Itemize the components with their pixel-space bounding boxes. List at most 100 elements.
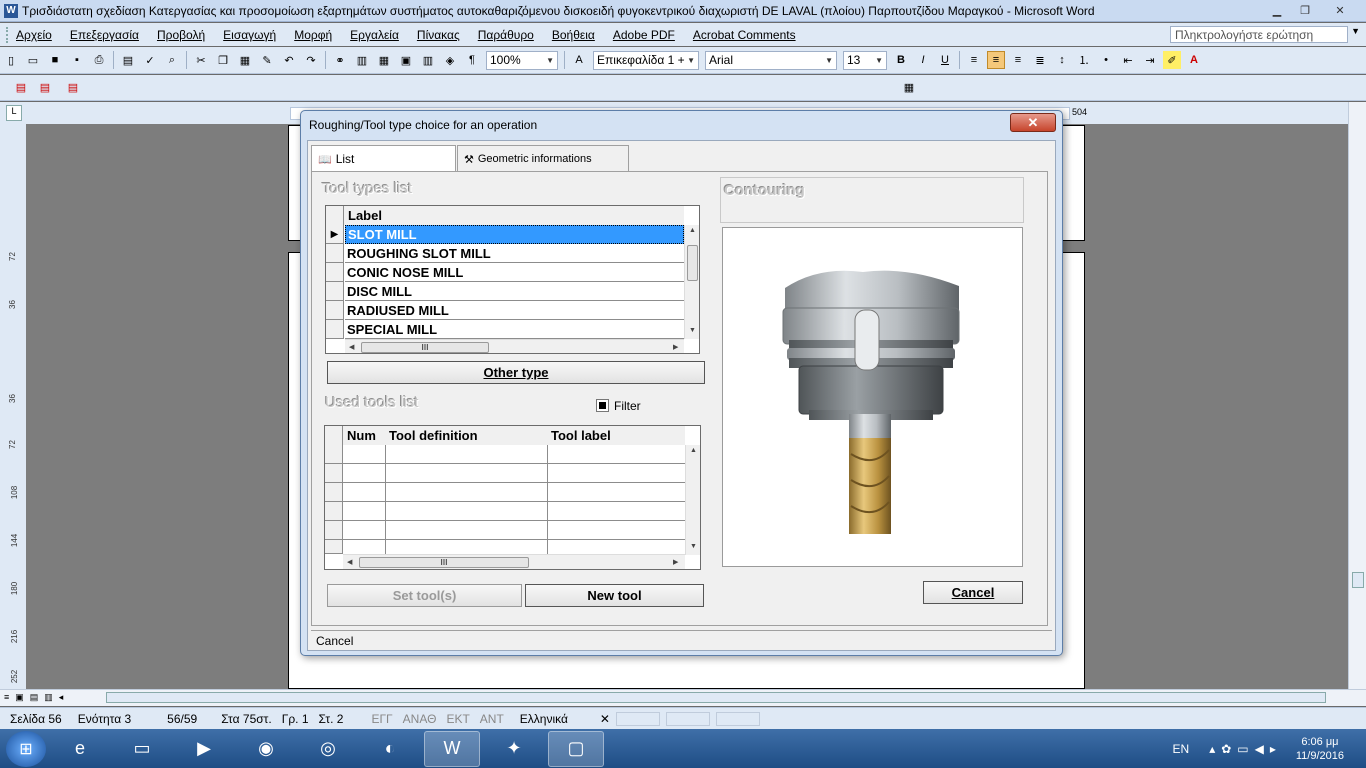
scroll-up-icon[interactable]: ▲ (690, 447, 697, 454)
style-select[interactable]: Επικεφαλίδα 1 + ▼ (593, 50, 699, 70)
firefox-icon[interactable]: ◐ (362, 731, 418, 767)
file-explorer-icon[interactable]: ▭ (114, 731, 170, 767)
tool-types-hscroll[interactable]: ◀ III ▶ (345, 339, 684, 353)
tray-icons[interactable]: ▴✿▭◀▸ (1209, 742, 1282, 756)
scroll-thumb[interactable]: III (359, 557, 529, 568)
row-selector[interactable] (326, 263, 344, 282)
menu-insert[interactable]: Εισαγωγή (223, 28, 276, 42)
view-buttons[interactable]: ≡▣▤▥◂ (4, 692, 69, 703)
redo-icon[interactable]: ↷ (302, 51, 320, 69)
row-selector-current[interactable]: ▶ (326, 225, 344, 244)
tool-type-row[interactable]: ROUGHING SLOT MILL (345, 244, 684, 263)
column-header-tool-definition[interactable]: Tool definition (385, 426, 547, 445)
align-left-icon[interactable]: ≡ (965, 51, 983, 69)
chrome-icon[interactable]: ◉ (238, 731, 294, 767)
menu-tools[interactable]: Εργαλεία (350, 28, 399, 42)
media-player-icon[interactable]: ▶ (176, 731, 232, 767)
row-selector[interactable] (325, 464, 343, 483)
menu-format[interactable]: Μορφή (294, 28, 332, 42)
other-type-button[interactable]: Other type (327, 361, 705, 384)
catia-icon[interactable]: ✦ (486, 731, 542, 767)
horizontal-scrollbar[interactable]: ≡▣▤▥◂ (0, 689, 1366, 706)
spelling-icon[interactable]: ✓ (141, 51, 159, 69)
paste-icon[interactable]: ▦ (236, 51, 254, 69)
filter-checkbox[interactable] (596, 399, 609, 412)
row-selector[interactable] (326, 282, 344, 301)
help-search-input[interactable]: Πληκτρολογήστε ερώτηση (1170, 26, 1348, 43)
menu-table[interactable]: Πίνακας (417, 28, 460, 42)
help-dropdown-icon[interactable]: ▼ (1351, 26, 1360, 36)
set-tools-button[interactable]: Set tool(s) (327, 584, 522, 607)
format-painter-icon[interactable]: ✎ (258, 51, 276, 69)
column-header-num[interactable]: Num (343, 426, 385, 445)
close-window-icon[interactable]: ✕ (1320, 2, 1360, 19)
scroll-thumb[interactable] (687, 245, 698, 281)
numbering-icon[interactable]: ⒈ (1075, 51, 1093, 69)
highlight-icon[interactable]: ✐ (1163, 51, 1181, 69)
tool-type-row[interactable]: SPECIAL MILL (345, 320, 684, 339)
row-selector[interactable] (326, 301, 344, 320)
used-tools-rows[interactable] (343, 445, 685, 555)
scroll-right-icon[interactable]: ▶ (673, 558, 678, 566)
tables-borders-icon[interactable]: ▥ (353, 51, 371, 69)
used-tools-vscroll[interactable]: ▲ ▼ (685, 445, 700, 555)
vertical-scrollbar[interactable] (1348, 102, 1366, 689)
convert-pdf-icon[interactable]: ▤ (12, 78, 30, 96)
comments-toolbar-icon[interactable]: ▦ (900, 78, 918, 96)
row-selector[interactable] (326, 244, 344, 263)
bullets-icon[interactable]: • (1097, 51, 1115, 69)
tool-type-row-selected[interactable]: SLOT MILL (345, 225, 684, 244)
scroll-thumb[interactable] (1352, 572, 1364, 588)
status-language[interactable]: Ελληνικά (520, 712, 568, 726)
used-tools-hscroll[interactable]: ◀ III ▶ (343, 554, 685, 569)
decrease-indent-icon[interactable]: ⇤ (1119, 51, 1137, 69)
scroll-right-icon[interactable]: ▶ (673, 343, 678, 351)
drawing-icon[interactable]: ◈ (441, 51, 459, 69)
tab-geometric-informations[interactable]: ⚒ Geometric informations (457, 145, 629, 172)
hyperlink-icon[interactable]: ⚭ (331, 51, 349, 69)
row-selector[interactable] (325, 483, 343, 502)
tool-types-vscroll[interactable]: ▲ ▼ (684, 225, 699, 339)
row-selector[interactable] (326, 320, 344, 339)
align-center-icon[interactable]: ≡ (987, 51, 1005, 69)
pdf-review-icon[interactable]: ▤ (64, 78, 82, 96)
row-selector[interactable] (325, 540, 343, 554)
menu-file[interactable]: Αρχείο (16, 28, 52, 42)
save-icon[interactable]: ■ (46, 51, 64, 69)
align-right-icon[interactable]: ≡ (1009, 51, 1027, 69)
justify-icon[interactable]: ≣ (1031, 51, 1049, 69)
used-tools-grid[interactable]: Num Tool definition Tool label ▲ ▼ ◀ III… (324, 425, 701, 570)
scroll-left-icon[interactable]: ◀ (347, 558, 352, 566)
row-selector[interactable] (325, 502, 343, 521)
dialog-close-icon[interactable]: ✕ (1010, 113, 1056, 132)
scroll-thumb[interactable] (106, 692, 1326, 703)
research-icon[interactable]: ⌕ (163, 51, 181, 69)
spelling-status-icon[interactable]: ✕ (600, 712, 610, 726)
copy-icon[interactable]: ❐ (214, 51, 232, 69)
menu-edit[interactable]: Επεξεργασία (70, 28, 139, 42)
tab-list[interactable]: 📖 List (311, 145, 456, 172)
font-select[interactable]: Arial ▼ (705, 50, 837, 70)
menu-window[interactable]: Παράθυρο (478, 28, 534, 42)
styles-pane-icon[interactable]: A (570, 51, 588, 69)
scroll-down-icon[interactable]: ▼ (690, 543, 697, 550)
line-spacing-icon[interactable]: ↕ (1053, 51, 1071, 69)
tool-type-row[interactable]: CONIC NOSE MILL (345, 263, 684, 282)
scroll-down-icon[interactable]: ▼ (689, 327, 696, 334)
insert-excel-icon[interactable]: ▣ (397, 51, 415, 69)
tab-stop-selector-icon[interactable]: L (6, 105, 22, 121)
status-trk[interactable]: ΑΝΑΘ (403, 712, 437, 726)
tool-type-row[interactable]: RADIUSED MILL (345, 301, 684, 320)
tool-types-grid[interactable]: Label ▶ SLOT MILL ROUGHING SLOT MILL CON… (325, 205, 700, 354)
column-header-tool-label[interactable]: Tool label (547, 426, 685, 445)
input-language[interactable]: EN (1173, 742, 1190, 756)
status-ext[interactable]: ΕΚΤ (446, 712, 469, 726)
menu-acrobat-comments[interactable]: Acrobat Comments (693, 28, 796, 42)
scroll-left-icon[interactable]: ◀ (349, 343, 354, 351)
font-color-icon[interactable]: A (1185, 51, 1203, 69)
print-icon[interactable]: ⎙ (90, 51, 108, 69)
cut-icon[interactable]: ✂ (192, 51, 210, 69)
dialog-taskbar-icon[interactable]: ▢ (548, 730, 604, 767)
open-folder-icon[interactable]: ▭ (24, 51, 42, 69)
italic-icon[interactable]: I (914, 51, 932, 69)
